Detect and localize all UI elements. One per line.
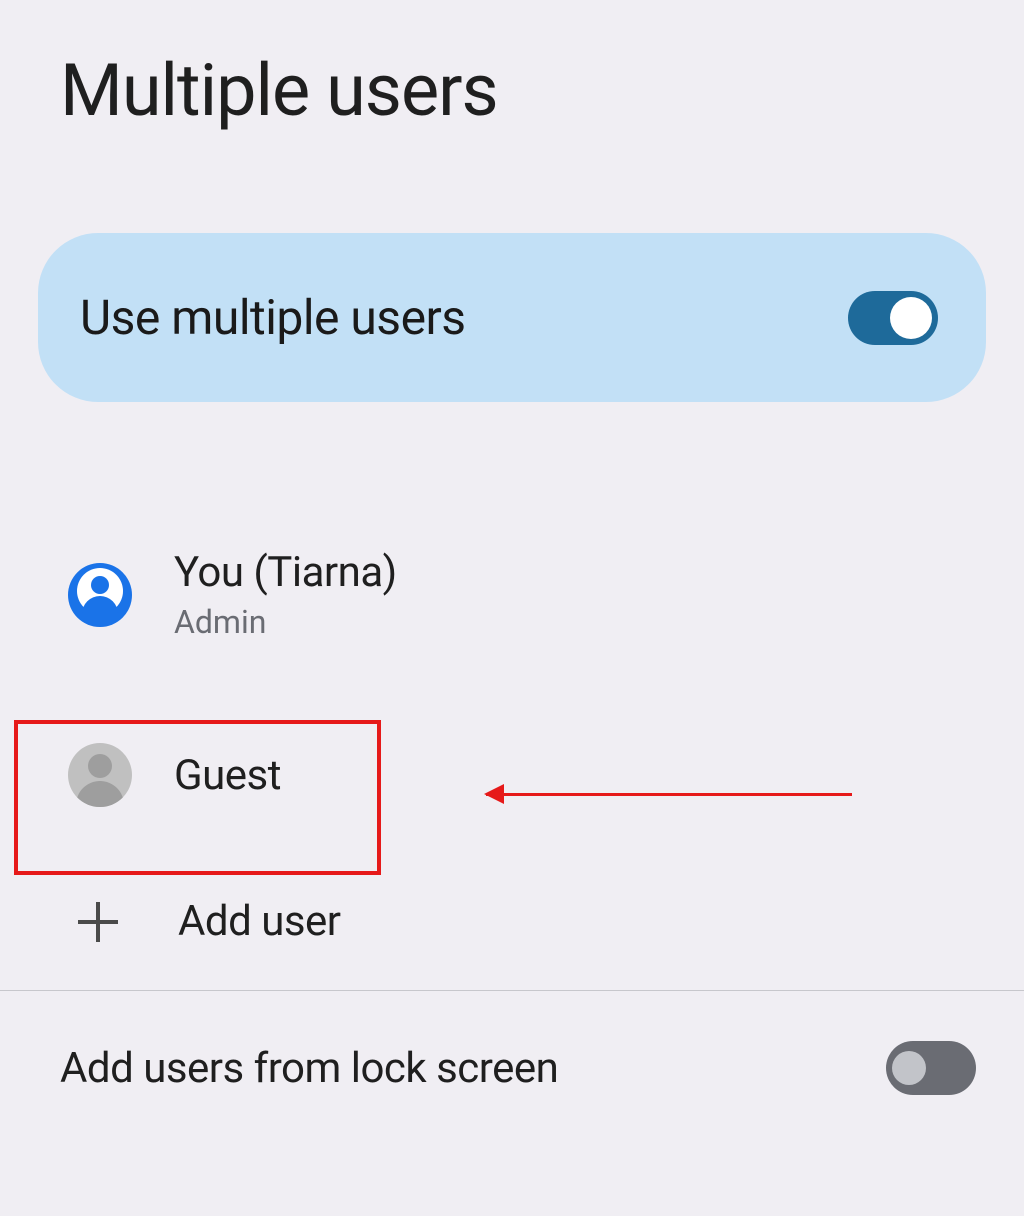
lock-screen-label: Add users from lock screen	[60, 1044, 558, 1093]
toggle-thumb	[890, 297, 932, 339]
use-multiple-users-card[interactable]: Use multiple users	[38, 233, 986, 402]
annotation-highlight-box	[14, 720, 381, 875]
current-user-name: You (Tiarna)	[174, 548, 397, 597]
toggle-thumb	[892, 1051, 926, 1085]
plus-icon	[78, 902, 118, 942]
user-avatar-icon	[68, 563, 132, 627]
page-title: Multiple users	[0, 0, 1024, 133]
annotation-arrow	[486, 784, 852, 804]
user-text: You (Tiarna) Admin	[174, 548, 397, 641]
lock-screen-row[interactable]: Add users from lock screen	[0, 991, 1024, 1145]
lock-screen-toggle[interactable]	[886, 1041, 976, 1095]
add-user-row[interactable]: Add user	[60, 857, 1004, 990]
current-user-role: Admin	[174, 603, 397, 641]
use-multiple-users-label: Use multiple users	[80, 289, 466, 346]
current-user-row[interactable]: You (Tiarna) Admin	[60, 522, 1004, 667]
add-user-label: Add user	[178, 897, 341, 946]
use-multiple-users-toggle[interactable]	[848, 291, 938, 345]
